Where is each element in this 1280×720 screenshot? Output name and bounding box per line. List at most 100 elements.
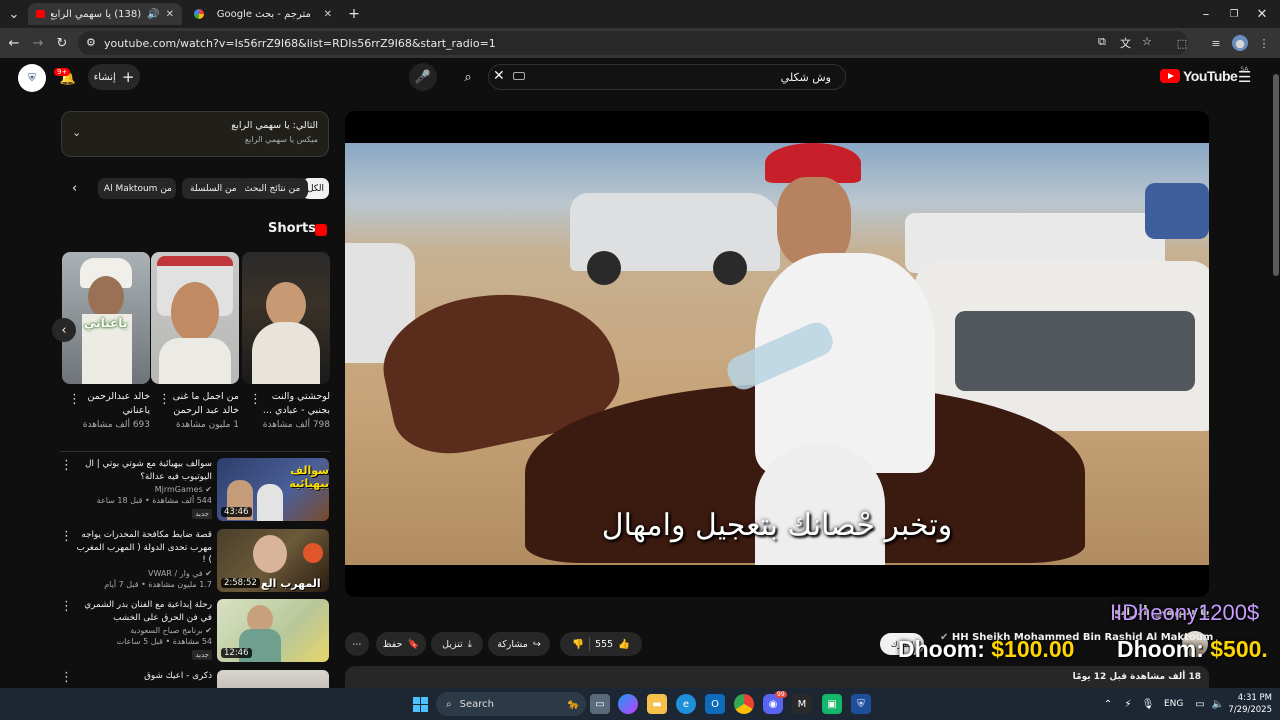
back-icon[interactable]: ← xyxy=(4,33,24,53)
outlook-icon[interactable]: O xyxy=(705,694,725,714)
edge-icon[interactable]: e xyxy=(676,694,696,714)
task-view-icon[interactable]: ▭ xyxy=(590,694,610,714)
extensions-icon[interactable]: ⬚ xyxy=(1174,35,1190,51)
browser-menu-icon[interactable]: ⋮ xyxy=(1256,35,1272,51)
more-options-icon[interactable]: ⋮ xyxy=(60,670,73,685)
notification-badge: 9+ xyxy=(54,68,71,76)
more-options-icon[interactable]: ⋮ xyxy=(158,392,171,407)
windows-start-icon[interactable] xyxy=(410,694,430,714)
volume-icon[interactable]: 🔈 xyxy=(1208,694,1228,714)
more-actions-button[interactable]: ⋯ xyxy=(345,632,369,656)
youtube-logo[interactable]: YouTube SA xyxy=(1160,66,1248,84)
recommendation-item[interactable]: سوالف بيهيائية 43:46 سوالف بيهيائية مع ش… xyxy=(60,458,330,524)
video-thumbnail[interactable] xyxy=(217,670,329,688)
shield-icon[interactable]: ⛨ xyxy=(851,694,871,714)
search-icon: ⌕ xyxy=(446,698,452,710)
verified-icon: ✔ xyxy=(205,568,212,578)
video-frame[interactable]: وتخبر حْصانك بتعجيل وامهال xyxy=(345,143,1209,565)
site-info-icon[interactable]: ⚙ xyxy=(86,36,96,49)
chevron-left-icon[interactable]: ‹ xyxy=(72,181,77,196)
video-title[interactable]: سوالف بيهيائية مع شوتي بوتي | ال اليوتيو… xyxy=(74,458,212,483)
window-close-icon[interactable]: ✕ xyxy=(1252,4,1272,24)
description-box[interactable]: 18 ألف مشاهدة قبل 12 يومًا xyxy=(345,666,1209,688)
cast-icon[interactable]: ⧉ xyxy=(1098,35,1106,49)
forward-icon[interactable]: → xyxy=(28,33,48,53)
donation-alert-3: Dhoom: $500. xyxy=(1117,636,1268,663)
verified-icon: ✔ xyxy=(205,626,212,635)
donation-label: Dhoom: xyxy=(898,636,985,662)
shorts-prev-button[interactable]: ‹ xyxy=(52,318,76,342)
account-avatar[interactable]: ⛨ xyxy=(18,64,46,92)
keyboard-icon[interactable] xyxy=(513,72,525,80)
speaker-icon[interactable]: 🔊 xyxy=(147,9,159,20)
video-thumbnail[interactable]: سوالف بيهيائية 43:46 xyxy=(217,458,329,521)
reading-list-icon[interactable]: ≡ xyxy=(1208,35,1224,51)
channel-name[interactable]: MjrmGames xyxy=(155,485,203,494)
display-icon[interactable]: ▭ xyxy=(1190,694,1210,714)
create-button[interactable]: إنشاء + xyxy=(88,64,140,90)
short-views: 693 ألف مشاهدة xyxy=(82,420,150,430)
language-indicator[interactable]: ENG xyxy=(1164,699,1183,709)
video-thumbnail[interactable]: 12:46 xyxy=(217,599,329,662)
more-options-icon[interactable]: ⋮ xyxy=(68,392,81,407)
new-tab-button[interactable]: + xyxy=(344,4,364,24)
channel-name[interactable]: في وار / VWAR xyxy=(148,569,203,578)
chip-from-series[interactable]: من السلسلة xyxy=(182,178,245,199)
video-player[interactable]: وتخبر حْصانك بتعجيل وامهال xyxy=(345,111,1209,597)
short-views: 1 مليون مشاهدة xyxy=(175,420,239,430)
clear-search-icon[interactable]: ✕ xyxy=(493,68,505,84)
tab-google[interactable]: ✕ مترجم - بحث Google xyxy=(186,3,340,25)
search-button[interactable]: ⌕ xyxy=(454,63,482,91)
reload-icon[interactable]: ↻ xyxy=(52,33,72,53)
minimize-icon[interactable]: – xyxy=(1196,4,1216,24)
short-thumbnail[interactable]: ياعناني xyxy=(62,252,150,384)
taskbar-search[interactable]: ⌕ Search 🐆 xyxy=(436,692,586,716)
save-button[interactable]: 🔖 حفظ xyxy=(376,632,426,656)
recommendation-item[interactable]: المهرب الع 2:58:52 قصة ضابط مكافحة المخد… xyxy=(60,529,330,595)
chip-from-search[interactable]: من نتائج البحث xyxy=(236,178,309,199)
bookmark-star-icon[interactable]: ☆ xyxy=(1142,35,1152,48)
channel-name[interactable]: برنامج صباح السعودية xyxy=(130,626,203,635)
maximize-icon[interactable]: ❐ xyxy=(1224,4,1244,24)
copilot-icon[interactable] xyxy=(618,694,638,714)
tray-chevron-icon[interactable]: ⌃ xyxy=(1098,694,1118,714)
share-button[interactable]: ↪ مشاركة xyxy=(488,632,550,656)
clock[interactable]: 4:31 PM 7/29/2025 xyxy=(1228,692,1272,716)
video-title[interactable]: رحلة إبداعية مع الفنان بدر الشمري في فن … xyxy=(74,599,212,624)
app-icon[interactable]: ▣ xyxy=(822,694,842,714)
microphone-icon[interactable]: 🎙 xyxy=(1138,694,1158,714)
file-explorer-icon[interactable]: ▬ xyxy=(647,694,667,714)
download-button[interactable]: ⤓ تنزيل xyxy=(431,632,483,656)
recommendation-item[interactable]: 12:46 رحلة إبداعية مع الفنان بدر الشمري … xyxy=(60,599,330,665)
scrollbar-thumb[interactable] xyxy=(1273,74,1279,276)
video-thumbnail[interactable]: المهرب الع 2:58:52 xyxy=(217,529,329,592)
close-icon[interactable]: ✕ xyxy=(166,9,174,20)
more-options-icon[interactable]: ⋮ xyxy=(60,458,73,473)
chrome-icon[interactable] xyxy=(734,694,754,714)
tab-search-icon[interactable]: ⌄ xyxy=(4,4,24,24)
playlist-panel[interactable]: التالي: يا سهمي الرابع ميكس يا سهمي الرا… xyxy=(61,111,329,157)
translate-icon[interactable]: 文 xyxy=(1120,35,1131,51)
like-button[interactable]: 👍 555 xyxy=(595,639,630,650)
short-thumbnail[interactable] xyxy=(151,252,239,384)
chevron-down-icon[interactable]: ⌄ xyxy=(72,126,81,139)
voice-search-icon[interactable]: 🎤 xyxy=(409,63,437,91)
guide-menu-icon[interactable]: ☰ xyxy=(1238,68,1251,86)
dislike-button[interactable]: 👎 xyxy=(572,639,584,650)
profile-avatar[interactable]: ● xyxy=(1232,35,1248,51)
address-bar[interactable]: ⚙ youtube.com/watch?v=Is56rrZ9I68&list=R… xyxy=(78,31,1188,55)
video-title[interactable]: ذكرى - اعيك شوق xyxy=(74,670,212,683)
tab-youtube[interactable]: ✕ 🔊 (138) يا سهمي الرابع - YouTube xyxy=(28,3,182,25)
video-title[interactable]: قصة ضابط مكافحة المخدرات يواجه مهرب تحدى… xyxy=(74,529,212,567)
more-options-icon[interactable]: ⋮ xyxy=(60,599,73,614)
app-icon[interactable]: M xyxy=(792,694,812,714)
close-icon[interactable]: ✕ xyxy=(324,9,332,20)
network-icon[interactable]: ⚡ xyxy=(1118,694,1138,714)
more-options-icon[interactable]: ⋮ xyxy=(60,529,73,544)
chip-from-channel[interactable]: من Al Maktoum xyxy=(98,178,176,199)
recommendation-item[interactable]: ذكرى - اعيك شوق ⋮ xyxy=(60,670,330,688)
search-input[interactable]: وش شكلي ✕ xyxy=(488,64,846,90)
short-thumbnail[interactable] xyxy=(242,252,330,384)
more-options-icon[interactable]: ⋮ xyxy=(249,392,262,407)
tab-title: (138) يا سهمي الرابع - YouTube xyxy=(51,8,142,20)
